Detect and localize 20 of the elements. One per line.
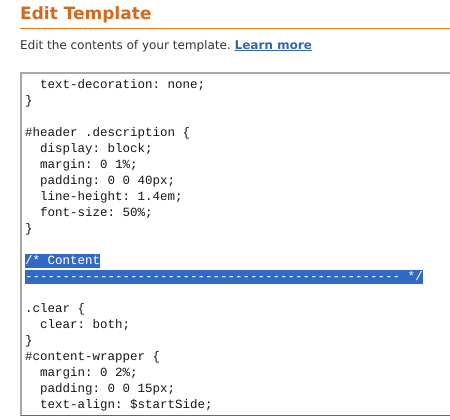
page-title: Edit Template <box>20 4 450 29</box>
code-line: margin: 0 1%; <box>39 158 138 172</box>
code-line: line-height: 1.4em; <box>39 190 183 204</box>
code-line: clear: both; <box>39 318 130 332</box>
code-line: font-size: 50%; <box>39 206 153 220</box>
code-line: text-align: $startSide; <box>39 398 213 412</box>
code-line: .clear { <box>25 302 86 316</box>
code-line: } <box>25 94 33 108</box>
code-line: } <box>25 334 33 348</box>
code-line: margin: 0 2%; <box>39 366 138 380</box>
code-line: text-decoration: none; <box>39 78 206 92</box>
learn-more-link[interactable]: Learn more <box>234 38 312 52</box>
code-line: padding: 0 0 40px; <box>39 174 176 188</box>
code-line: padding: 0 0 15px; <box>39 382 176 396</box>
code-editor[interactable] <box>20 72 450 416</box>
code-line: #content-wrapper { <box>25 350 160 364</box>
description-text: Edit the contents of your template. <box>20 38 231 52</box>
code-line: display: block; <box>39 142 153 156</box>
code-line: } <box>25 222 33 236</box>
code-line: #header .description { <box>25 126 190 140</box>
